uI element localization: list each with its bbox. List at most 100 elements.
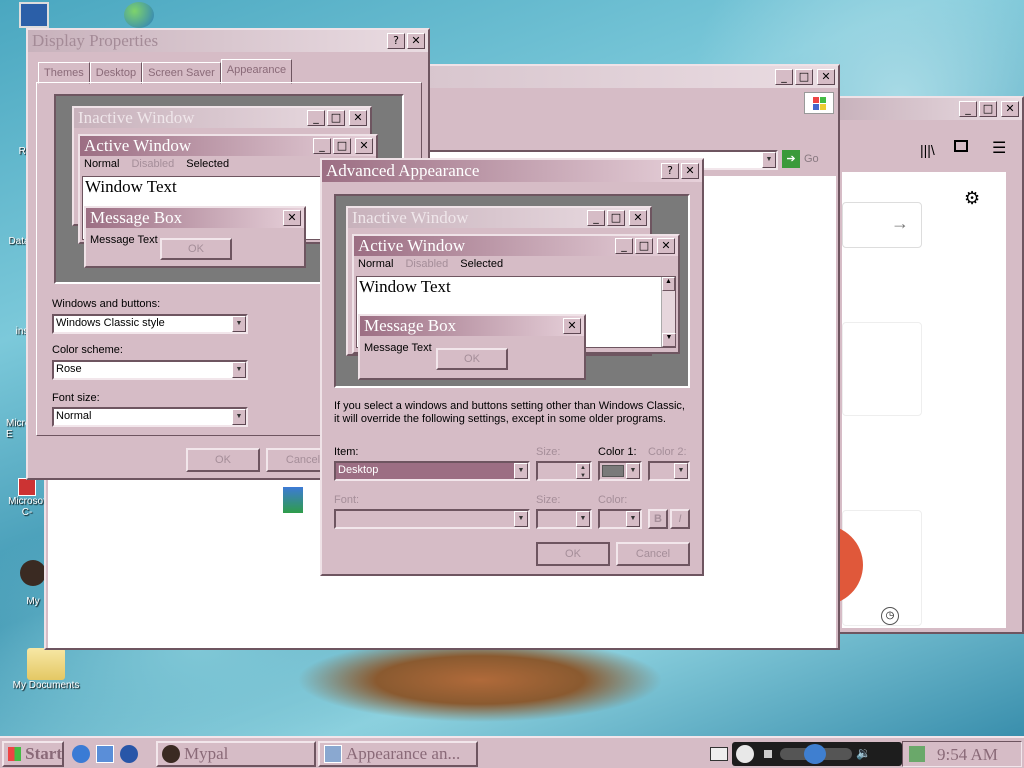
preview-scrollbar: ▲ ▼ bbox=[661, 277, 676, 347]
center-play-icon[interactable] bbox=[804, 744, 826, 764]
windows-logo-icon bbox=[804, 92, 834, 114]
browser-window-back[interactable]: _ □ ✕ |||\ ☰ ⚙ → ◷ bbox=[823, 96, 1024, 634]
app-icon[interactable] bbox=[282, 486, 304, 514]
gear-icon[interactable]: ⚙ bbox=[964, 188, 980, 209]
tab-screen-saver[interactable]: Screen Saver bbox=[142, 62, 221, 84]
font-color-label: Color: bbox=[598, 494, 628, 506]
sidebar-icon[interactable] bbox=[954, 140, 968, 152]
font-size-select[interactable]: Normal ▼ bbox=[52, 407, 248, 427]
keyboard-icon[interactable] bbox=[710, 747, 728, 761]
task-appearance[interactable]: Appearance an... bbox=[318, 741, 478, 767]
font-select: ▼ bbox=[334, 509, 530, 529]
chevron-down-icon[interactable]: ▼ bbox=[232, 409, 246, 425]
task-mypal[interactable]: Mypal bbox=[156, 741, 316, 767]
color1-picker[interactable]: ▼ bbox=[598, 461, 642, 481]
search-card[interactable]: → bbox=[842, 202, 922, 248]
chevron-down-icon[interactable]: ▼ bbox=[232, 362, 246, 378]
quick-launch bbox=[72, 745, 138, 763]
tab-desktop[interactable]: Desktop bbox=[89, 62, 143, 84]
item-label: Item: bbox=[334, 446, 359, 458]
maximize-button[interactable]: □ bbox=[795, 69, 813, 85]
font-color-picker: ▼ bbox=[598, 509, 642, 529]
chevron-down-icon[interactable]: ▼ bbox=[514, 463, 528, 479]
close-button[interactable]: ✕ bbox=[1001, 101, 1019, 117]
font-label: Font: bbox=[334, 494, 360, 506]
help-button[interactable]: ? bbox=[387, 33, 405, 49]
color1-label: Color 1: bbox=[598, 446, 637, 458]
display-properties-title-bar[interactable]: Display Properties ? ✕ bbox=[28, 30, 428, 52]
appearance-icon bbox=[324, 745, 342, 763]
tab-themes[interactable]: Themes bbox=[38, 62, 90, 84]
go-button[interactable]: ➔ Go bbox=[782, 150, 819, 168]
font-size-label: Size: bbox=[536, 494, 561, 506]
windows-flag-icon bbox=[8, 747, 22, 761]
advanced-appearance-dialog[interactable]: Advanced Appearance ? ✕ Inactive Window … bbox=[320, 158, 704, 576]
arrow-right-icon: → bbox=[891, 213, 909, 233]
chevron-down-icon: ▼ bbox=[674, 463, 688, 479]
desktop-icon[interactable] bbox=[96, 745, 114, 763]
close-button[interactable]: ✕ bbox=[681, 163, 699, 179]
close-button[interactable]: ✕ bbox=[407, 33, 425, 49]
italic-button: I bbox=[670, 509, 690, 529]
go-arrow-icon: ➔ bbox=[782, 150, 800, 168]
stop-icon[interactable] bbox=[764, 750, 772, 758]
desktop-icon-label: My Documents bbox=[12, 680, 80, 691]
preview-message-box: Message Box ✕ Message Text OK bbox=[84, 206, 306, 268]
item-select[interactable]: Desktop ▼ bbox=[334, 461, 530, 481]
close-button[interactable]: ✕ bbox=[817, 69, 835, 85]
windows-buttons-select[interactable]: Windows Classic style ▼ bbox=[52, 314, 248, 334]
browser-back-content: ⚙ → ◷ bbox=[823, 172, 1006, 628]
computer-icon bbox=[19, 2, 49, 28]
library-icon[interactable]: |||\ bbox=[920, 142, 935, 158]
clock-icon[interactable]: ◷ bbox=[881, 607, 899, 625]
clock[interactable]: 9:54 AM bbox=[937, 745, 998, 765]
tab-strip: Themes Desktop Screen Saver Appearance bbox=[38, 59, 293, 84]
advanced-preview: Inactive Window _ □ ✕ Active Window _ □ ✕ No… bbox=[334, 194, 690, 388]
chevron-down-icon: ▼ bbox=[514, 511, 528, 527]
color-scheme-select[interactable]: Rose ▼ bbox=[52, 360, 248, 380]
media-player-icon[interactable] bbox=[120, 745, 138, 763]
tab-appearance[interactable]: Appearance bbox=[220, 59, 293, 84]
chevron-down-icon[interactable]: ▼ bbox=[626, 463, 640, 479]
color-swatch bbox=[602, 465, 624, 477]
mypal-icon bbox=[162, 745, 180, 763]
window-title: Display Properties bbox=[32, 31, 159, 50]
media-player-bar[interactable]: 🔉 bbox=[732, 742, 902, 766]
play-icon[interactable] bbox=[736, 745, 754, 763]
system-tray: 9:54 AM bbox=[902, 741, 1022, 767]
network-icon[interactable] bbox=[909, 746, 925, 762]
spinner-icon: ▲ ▼ bbox=[576, 463, 590, 479]
size-label: Size: bbox=[536, 446, 561, 458]
browser-back-toolbar: |||\ ☰ bbox=[838, 124, 1022, 174]
ok-button[interactable]: OK bbox=[536, 542, 610, 566]
tile-card bbox=[842, 322, 922, 416]
help-button[interactable]: ? bbox=[661, 163, 679, 179]
preview-message-box: Message Box ✕ Message Text OK bbox=[358, 314, 586, 380]
font-size-select: ▼ bbox=[536, 509, 592, 529]
color2-label: Color 2: bbox=[648, 446, 687, 458]
advanced-title-bar[interactable]: Advanced Appearance ? ✕ bbox=[322, 160, 702, 182]
globe-icon bbox=[124, 2, 154, 28]
folder-icon bbox=[27, 648, 65, 680]
dialog-title: Advanced Appearance bbox=[326, 161, 480, 180]
start-button[interactable]: Start bbox=[2, 741, 64, 767]
chevron-down-icon[interactable]: ▼ bbox=[232, 316, 246, 332]
maximize-button[interactable]: □ bbox=[979, 101, 997, 117]
desktop-icon-my-documents[interactable]: My Documents bbox=[8, 648, 84, 691]
mypal-icon bbox=[20, 560, 46, 586]
windows-buttons-label: Windows and buttons: bbox=[52, 298, 161, 310]
browser-back-title-bar[interactable]: _ □ ✕ bbox=[838, 98, 1022, 120]
chevron-down-icon: ▼ bbox=[576, 511, 590, 527]
ie-icon[interactable] bbox=[72, 745, 90, 763]
menu-icon[interactable]: ☰ bbox=[992, 138, 1006, 158]
minimize-button[interactable]: _ bbox=[959, 101, 977, 117]
bold-button: B bbox=[648, 509, 668, 529]
cancel-button[interactable]: Cancel bbox=[616, 542, 690, 566]
desktop-icon-globe[interactable] bbox=[114, 2, 164, 28]
desktop-icon-label: My bbox=[26, 596, 40, 607]
address-dropdown[interactable]: ▼ bbox=[762, 152, 776, 168]
minimize-button[interactable]: _ bbox=[775, 69, 793, 85]
size-spinner: ▲ ▼ bbox=[536, 461, 592, 481]
ok-button[interactable]: OK bbox=[186, 448, 260, 472]
volume-icon[interactable]: 🔉 bbox=[856, 746, 871, 760]
